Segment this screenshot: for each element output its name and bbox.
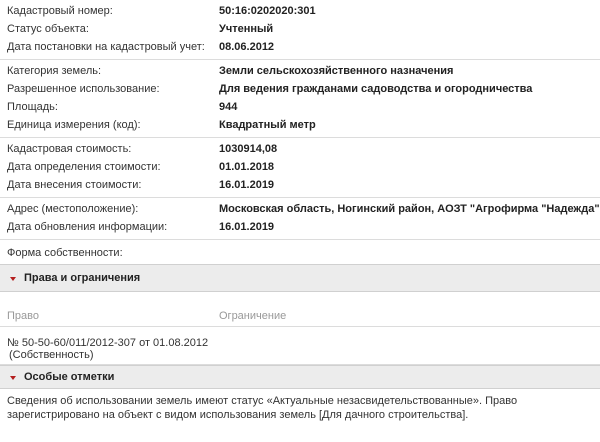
info-row-cost-entry-date: Дата внесения стоимости: 16.01.2019 <box>0 176 600 194</box>
rights-section-title: Права и ограничения <box>24 272 141 284</box>
info-label: Дата обновления информации: <box>7 221 168 233</box>
info-row-update-date: Дата обновления информации: 16.01.2019 <box>0 218 600 236</box>
info-value: Для ведения гражданами садоводства и ого… <box>219 83 533 95</box>
notes-text: Сведения об использовании земель имеют с… <box>7 395 518 421</box>
info-value: Земли сельскохозяйственного назначения <box>219 65 454 77</box>
right-entry-number: № 50-50-60/011/2012-307 от 01.08.2012 <box>7 337 209 349</box>
notes-section-header[interactable]: Особые отметки <box>0 365 600 389</box>
info-row-cadastral-cost: Кадастровая стоимость: 1030914,08 <box>0 140 600 158</box>
caret-down-icon <box>10 375 16 380</box>
info-group-cost: Кадастровая стоимость: 1030914,08 Дата о… <box>0 138 600 198</box>
info-label: Площадь: <box>7 101 58 113</box>
info-label: Статус объекта: <box>7 23 89 35</box>
info-value: 50:16:0202020:301 <box>219 5 316 17</box>
info-value: 01.01.2018 <box>219 161 275 173</box>
info-label: Единица измерения (код): <box>7 119 141 131</box>
info-label: Дата постановки на кадастровый учет: <box>7 41 205 53</box>
info-group-land: Категория земель: Земли сельскохозяйстве… <box>0 60 600 138</box>
info-row-cadastral-number: Кадастровый номер: 50:16:0202020:301 <box>0 2 600 20</box>
info-label: Дата определения стоимости: <box>7 161 161 173</box>
info-row-cost-date: Дата определения стоимости: 01.01.2018 <box>0 158 600 176</box>
info-row-address: Адрес (местоположение): Московская облас… <box>0 200 600 218</box>
ownership-label: Форма собственности: <box>7 247 123 259</box>
info-row-land-category: Категория земель: Земли сельскохозяйстве… <box>0 62 600 80</box>
info-label: Категория земель: <box>7 65 102 77</box>
right-entry: № 50-50-60/011/2012-307 от 01.08.2012 (С… <box>0 337 208 361</box>
info-label: Кадастровый номер: <box>7 5 113 17</box>
column-header-restriction: Ограничение <box>219 310 287 322</box>
rights-section-header[interactable]: Права и ограничения <box>0 264 600 292</box>
table-row: № 50-50-60/011/2012-307 от 01.08.2012 (С… <box>0 334 600 365</box>
info-value: Учтенный <box>219 23 274 35</box>
info-row-status: Статус объекта: Учтенный <box>0 20 600 38</box>
caret-down-icon <box>10 276 16 281</box>
info-row-unit: Единица измерения (код): Квадратный метр <box>0 116 600 134</box>
info-group-registration: Кадастровый номер: 50:16:0202020:301 Ста… <box>0 0 600 60</box>
info-value: 16.01.2019 <box>219 179 275 191</box>
info-group-address: Адрес (местоположение): Московская облас… <box>0 198 600 240</box>
right-entry-type: (Собственность) <box>9 349 94 361</box>
cadastral-info: Кадастровый номер: 50:16:0202020:301 Ста… <box>0 0 600 264</box>
info-value: Квадратный метр <box>219 119 316 131</box>
notes-section-title: Особые отметки <box>24 371 115 383</box>
info-row-area: Площадь: 944 <box>0 98 600 116</box>
info-value: 1030914,08 <box>219 143 278 155</box>
info-value: 16.01.2019 <box>219 221 275 233</box>
info-label: Дата внесения стоимости: <box>7 179 142 191</box>
info-label: Разрешенное использование: <box>7 83 160 95</box>
info-value: Московская область, Ногинский район, АОЗ… <box>219 203 600 215</box>
info-value: 08.06.2012 <box>219 41 275 53</box>
info-value: 944 <box>219 101 238 113</box>
info-row-registration-date: Дата постановки на кадастровый учет: 08.… <box>0 38 600 56</box>
rights-table-header: Право Ограничение <box>0 306 600 327</box>
column-header-right: Право <box>7 310 39 322</box>
info-row-permitted-use: Разрешенное использование: Для ведения г… <box>0 80 600 98</box>
info-label: Кадастровая стоимость: <box>7 143 132 155</box>
info-label: Адрес (местоположение): <box>7 203 139 215</box>
